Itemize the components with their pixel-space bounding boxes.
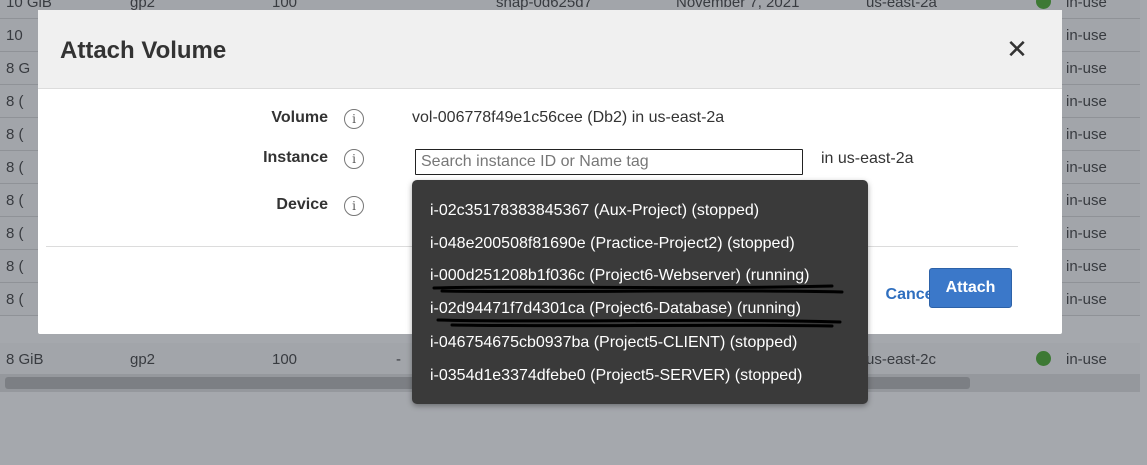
instance-option[interactable]: i-02c35178383845367 (Aux-Project) (stopp… [430, 202, 860, 220]
device-label: Device [276, 196, 328, 213]
close-icon[interactable]: ✕ [1004, 36, 1030, 62]
instance-option[interactable]: i-0354d1e3374dfebe0 (Project5-SERVER) (s… [430, 367, 860, 385]
instance-dropdown: i-02c35178383845367 (Aux-Project) (stopp… [412, 180, 868, 404]
info-icon[interactable]: i [344, 196, 364, 216]
instance-zone-text: in us-east-2a [821, 150, 914, 167]
attach-button[interactable]: Attach [929, 268, 1012, 308]
instance-option[interactable]: i-046754675cb0937ba (Project5-CLIENT) (s… [430, 334, 860, 352]
instance-search-input[interactable] [415, 149, 803, 175]
dialog-title: Attach Volume [60, 37, 227, 64]
instance-label: Instance [263, 149, 328, 166]
volume-label: Volume [271, 109, 328, 126]
info-icon[interactable]: i [344, 149, 364, 169]
info-icon[interactable]: i [344, 109, 364, 129]
underline-scribble [436, 318, 842, 328]
volume-value: vol-006778f49e1c56cee (Db2) in us-east-2… [412, 109, 725, 126]
dialog-header: Attach Volume ✕ [38, 10, 1062, 89]
underline-scribble [432, 284, 844, 294]
instance-option[interactable]: i-048e200508f81690e (Practice-Project2) … [430, 235, 860, 253]
